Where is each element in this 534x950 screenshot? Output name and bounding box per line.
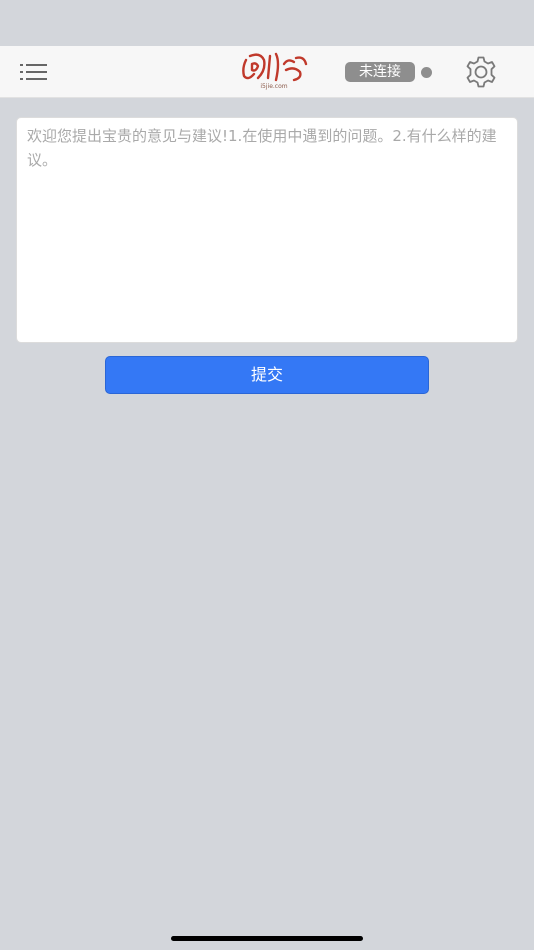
menu-button[interactable] — [18, 60, 50, 84]
app-logo: i5jie.com — [238, 50, 310, 94]
home-indicator — [171, 936, 363, 941]
nav-bar: i5jie.com 未连接 — [0, 46, 534, 98]
settings-button[interactable] — [463, 54, 499, 90]
logo-domain-text: i5jie.com — [260, 83, 288, 90]
gear-icon — [463, 54, 499, 90]
connection-status-badge: 未连接 — [345, 62, 415, 82]
menu-icon — [18, 60, 50, 84]
feedback-input[interactable] — [16, 117, 518, 343]
submit-button[interactable]: 提交 — [105, 356, 429, 394]
connection-status-dot — [421, 67, 432, 78]
status-bar — [0, 0, 534, 46]
